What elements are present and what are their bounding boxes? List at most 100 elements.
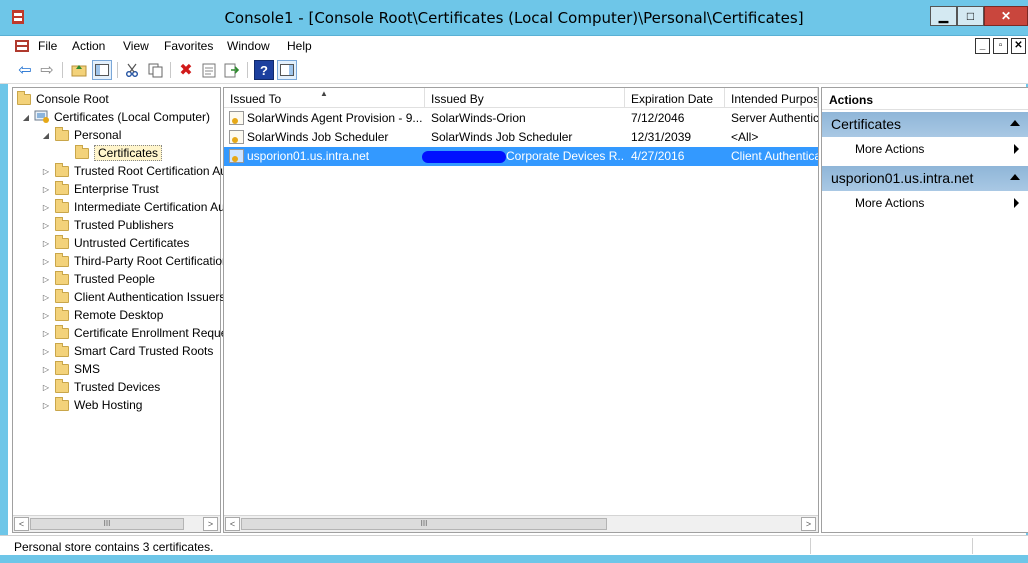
tree-node-store[interactable]: ▷ Trusted People <box>41 270 155 288</box>
tree-node-store[interactable]: ▷ Certificate Enrollment Requests <box>41 324 243 342</box>
column-header-intended-purposes[interactable]: Intended Purposes <box>725 88 818 108</box>
menu-action[interactable]: Action <box>72 39 105 53</box>
cell-issued-by: SolarWinds Job Scheduler <box>431 130 573 144</box>
folder-icon <box>55 180 69 195</box>
tree-node-store[interactable]: ▷ Trusted Publishers <box>41 216 174 234</box>
folder-icon <box>55 198 69 213</box>
cell-expiration: 7/12/2046 <box>631 111 685 125</box>
section-label: usporion01.us.intra.net <box>831 170 974 186</box>
collapsed-arrow-icon[interactable]: ▷ <box>41 329 51 338</box>
certificate-row-selected[interactable]: usporion01.us.intra.net Corporate Device… <box>224 147 818 166</box>
window-border-left <box>0 36 8 535</box>
certificate-row[interactable]: SolarWinds Job Scheduler SolarWinds Job … <box>224 128 818 147</box>
tree-node-store[interactable]: ▷ Enterprise Trust <box>41 180 159 198</box>
scroll-left-button[interactable]: < <box>14 517 29 531</box>
menu-window[interactable]: Window <box>227 39 270 53</box>
collapsed-arrow-icon[interactable]: ▷ <box>41 239 51 248</box>
tree-node-personal[interactable]: ◢ Personal <box>41 126 121 144</box>
scroll-right-button[interactable]: > <box>203 517 218 531</box>
tree-node-console-root[interactable]: Console Root <box>15 90 109 108</box>
scroll-left-button[interactable]: < <box>225 517 240 531</box>
maximize-button[interactable]: □ <box>957 6 984 26</box>
tree-node-store[interactable]: ▷ Client Authentication Issuers <box>41 288 225 306</box>
collapsed-arrow-icon[interactable]: ▷ <box>41 311 51 320</box>
more-actions-item[interactable]: More Actions <box>822 193 1028 212</box>
menu-file[interactable]: File <box>38 39 57 53</box>
folder-icon <box>55 162 69 177</box>
collapsed-arrow-icon[interactable]: ▷ <box>41 185 51 194</box>
menu-favorites[interactable]: Favorites <box>164 39 213 53</box>
expanded-arrow-icon[interactable]: ◢ <box>41 131 51 140</box>
close-button[interactable]: ✕ <box>984 6 1028 26</box>
child-restore-button[interactable]: ▫ <box>993 38 1008 54</box>
redaction-mark <box>422 151 506 163</box>
menu-help[interactable]: Help <box>287 39 312 53</box>
list-horizontal-scrollbar[interactable]: < III > <box>224 515 818 532</box>
scroll-thumb[interactable]: III <box>30 518 184 530</box>
minimize-button[interactable]: ▁ <box>930 6 957 26</box>
tree-node-label: Untrusted Certificates <box>74 236 190 250</box>
properties-icon[interactable] <box>199 60 219 80</box>
show-hide-tree-icon[interactable] <box>92 60 112 80</box>
certificate-icon <box>229 130 244 144</box>
tree-node-store[interactable]: ▷ Trusted Devices <box>41 378 160 396</box>
title-bar: Console1 - [Console Root\Certificates (L… <box>0 0 1028 36</box>
menu-view[interactable]: View <box>123 39 149 53</box>
actions-section-selected-certificate[interactable]: usporion01.us.intra.net <box>822 166 1028 191</box>
collapsed-arrow-icon[interactable]: ▷ <box>41 257 51 266</box>
collapsed-arrow-icon[interactable]: ▷ <box>41 293 51 302</box>
child-minimize-button[interactable]: _ <box>975 38 990 54</box>
tree-node-store[interactable]: ▷ Untrusted Certificates <box>41 234 189 252</box>
toolbar-separator <box>117 62 118 78</box>
actions-section-certificates[interactable]: Certificates <box>822 112 1028 137</box>
actions-title: Actions <box>822 88 1028 110</box>
tree-node-label: Smart Card Trusted Roots <box>74 344 214 358</box>
sort-ascending-icon: ▲ <box>320 89 328 98</box>
up-folder-icon[interactable] <box>69 60 89 80</box>
collapsed-arrow-icon[interactable]: ▷ <box>41 275 51 284</box>
tree-node-label: Trusted People <box>74 272 155 286</box>
tree-node-store[interactable]: ▷ SMS <box>41 360 100 378</box>
collapsed-arrow-icon[interactable]: ▷ <box>41 383 51 392</box>
tree-node-store[interactable]: ▷ Remote Desktop <box>41 306 163 324</box>
tree-horizontal-scrollbar[interactable]: < III > <box>13 515 220 532</box>
collapsed-arrow-icon[interactable]: ▷ <box>41 347 51 356</box>
status-divider <box>972 538 973 554</box>
cell-issued-to: usporion01.us.intra.net <box>247 149 370 163</box>
export-icon[interactable] <box>222 60 242 80</box>
folder-icon <box>55 252 69 267</box>
child-close-button[interactable]: ✕ <box>1011 38 1026 54</box>
submenu-arrow-icon <box>1014 144 1019 154</box>
collapse-arrow-icon[interactable] <box>1010 174 1020 180</box>
expanded-arrow-icon[interactable]: ◢ <box>21 113 31 122</box>
certificate-row[interactable]: SolarWinds Agent Provision - 9... SolarW… <box>224 109 818 128</box>
tree-node-local-computer[interactable]: ◢ Certificates (Local Computer) <box>21 108 210 126</box>
collapse-arrow-icon[interactable] <box>1010 120 1020 126</box>
copy-icon[interactable] <box>145 60 165 80</box>
folder-icon <box>55 216 69 231</box>
collapsed-arrow-icon[interactable]: ▷ <box>41 167 51 176</box>
tree-node-store[interactable]: ▷ Smart Card Trusted Roots <box>41 342 213 360</box>
tree-node-certificates-selected[interactable]: Certificates <box>71 144 163 162</box>
help-icon[interactable]: ? <box>254 60 274 80</box>
collapsed-arrow-icon[interactable]: ▷ <box>41 203 51 212</box>
cut-icon[interactable] <box>122 60 142 80</box>
console-icon[interactable] <box>14 38 30 54</box>
forward-icon[interactable]: ⇨ <box>37 60 57 80</box>
tree-node-store[interactable]: ▷ Web Hosting <box>41 396 142 414</box>
collapsed-arrow-icon[interactable]: ▷ <box>41 365 51 374</box>
column-header-issued-by[interactable]: Issued By <box>425 88 625 108</box>
collapsed-arrow-icon[interactable]: ▷ <box>41 221 51 230</box>
folder-icon <box>17 90 31 105</box>
delete-icon[interactable]: ✖ <box>176 60 196 80</box>
scroll-right-button[interactable]: > <box>801 517 816 531</box>
collapsed-arrow-icon[interactable]: ▷ <box>41 401 51 410</box>
column-header-issued-to[interactable]: Issued To ▲ <box>224 88 425 108</box>
show-hide-action-pane-icon[interactable] <box>277 60 297 80</box>
folder-icon <box>55 306 69 321</box>
column-header-expiration-date[interactable]: Expiration Date <box>625 88 725 108</box>
back-icon[interactable]: ⇦ <box>15 60 35 80</box>
column-header-label: Issued To <box>230 92 282 106</box>
more-actions-item[interactable]: More Actions <box>822 139 1028 158</box>
scroll-thumb[interactable]: III <box>241 518 607 530</box>
